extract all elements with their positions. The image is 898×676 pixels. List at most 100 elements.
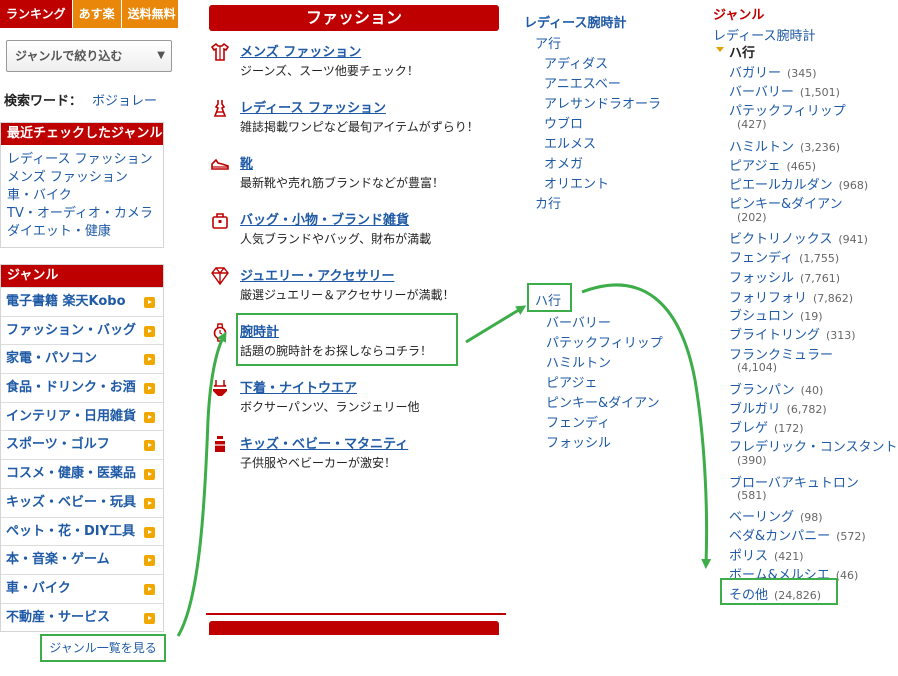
category-title[interactable]: メンズ ファッション [240, 41, 361, 60]
brand-item[interactable]: ピアジェ [546, 372, 597, 391]
right-brand[interactable]: ピンキー&ダイアン [729, 193, 843, 212]
category-underwear[interactable]: 下着・ナイトウエア ボクサーパンツ、ランジェリー他 [210, 376, 510, 426]
recent-genre-item[interactable]: 車・バイク [7, 187, 157, 205]
recent-genre-item[interactable]: ダイエット・健康 [7, 223, 157, 241]
brand-name: ピアジェ [729, 159, 781, 174]
brand-item[interactable]: フェンディ [546, 412, 610, 431]
brand-count: (98) [800, 511, 823, 524]
brand-item[interactable]: ピンキー&ダイアン [546, 392, 660, 411]
category-title[interactable]: ジュエリー・アクセサリー [240, 265, 394, 284]
brand-item[interactable]: エルメス [544, 133, 596, 152]
category-title[interactable]: 下着・ナイトウエア [240, 377, 357, 396]
genre-item-label: 家電・パソコン [6, 351, 98, 367]
genre-item[interactable]: 電子書籍 楽天Kobo [1, 287, 163, 316]
genre-item[interactable]: キッズ・ベビー・玩具 [1, 487, 163, 517]
search-keyword-value[interactable]: ボジョレー [92, 94, 157, 109]
kids-icon [215, 436, 225, 452]
category-bags[interactable]: バッグ・小物・ブランド雑貨 人気ブランドやバッグ、財布が満載 [210, 208, 510, 258]
brand-item[interactable]: フォッシル [546, 432, 611, 451]
brand-count: (202) [737, 211, 767, 224]
category-shoes[interactable]: 靴 最新靴や売れ筋ブランドなどが豊富！ [210, 152, 510, 202]
genre-item-label: コスメ・健康・医薬品 [6, 466, 137, 482]
genre-item[interactable]: コスメ・健康・医薬品 [1, 459, 163, 488]
brand-name: ブルガリ [729, 402, 781, 417]
category-mens-fashion[interactable]: メンズ ファッション ジーンズ、スーツ他要チェック！ [210, 40, 510, 90]
category-ladies-fashion[interactable]: レディース ファッション 雑誌掲載ワンピなど最旬アイテムがずらり！ [210, 96, 510, 146]
genre-item[interactable]: 不動産・サービス [1, 602, 163, 632]
row-a[interactable]: ア行 [535, 33, 561, 52]
right-brand[interactable]: ビクトリノックス (941) [729, 228, 868, 247]
brand-item[interactable]: ハミルトン [546, 352, 611, 371]
right-brand[interactable]: フェンディ (1,755) [729, 247, 839, 266]
right-brand[interactable]: ブルガリ (6,782) [729, 398, 827, 417]
brand-item[interactable]: オリエント [544, 173, 609, 192]
right-brand[interactable]: ブシュロン (19) [729, 305, 823, 324]
right-brand[interactable]: ポリス (421) [729, 545, 804, 564]
recent-genre-item[interactable]: メンズ ファッション [7, 169, 157, 187]
right-brand[interactable]: バガリー (345) [729, 62, 817, 81]
genre-item[interactable]: 本・音楽・ゲーム [1, 545, 163, 574]
genre-item[interactable]: 食品・ドリンク・お酒 [1, 373, 163, 402]
genre-filter-select[interactable]: ジャンルで絞り込む ▼ [6, 40, 172, 72]
row-ka[interactable]: カ行 [535, 193, 561, 212]
right-genre-label: ジャンル [713, 8, 765, 23]
right-brand[interactable]: パテックフィリップ [729, 100, 846, 119]
category-title[interactable]: キッズ・ベビー・マタニティ [240, 433, 408, 452]
genre-item[interactable]: ペット・花・DIY工具 [1, 516, 163, 546]
right-brand[interactable]: ベーリング (98) [729, 506, 823, 525]
tab-ranking[interactable]: ランキング [0, 0, 73, 28]
right-brand[interactable]: ブレゲ (172) [729, 417, 804, 436]
brand-item[interactable]: バーバリー [546, 312, 611, 331]
genre-item[interactable]: 車・バイク [1, 573, 163, 603]
dress-icon [213, 100, 227, 117]
genre-item[interactable]: スポーツ・ゴルフ [1, 430, 163, 459]
genre-item[interactable]: ファッション・バッグ [1, 315, 163, 345]
brand-item[interactable]: アニエスベー [544, 73, 621, 92]
right-brand[interactable]: フレデリック・コンスタント [729, 436, 897, 455]
see-all-genres-link[interactable]: ジャンル一覧を見る [40, 634, 166, 662]
right-brand[interactable]: バーバリー (1,501) [729, 81, 840, 100]
ladies-watch-header[interactable]: レディース腕時計 [524, 12, 626, 31]
brand-count: (7,862) [813, 292, 854, 305]
genre-item[interactable]: 家電・パソコン [1, 344, 163, 373]
category-kids[interactable]: キッズ・ベビー・マタニティ 子供服やベビーカーが激安！ [210, 432, 510, 482]
brand-item[interactable]: パテックフィリップ [546, 332, 663, 351]
brand-item[interactable]: アレサンドラオーラ [544, 93, 661, 112]
brand-count: (6,782) [786, 403, 827, 416]
right-brand[interactable]: ハミルトン (3,236) [729, 136, 840, 155]
right-brand[interactable]: ピエールカルダン (968) [729, 174, 868, 193]
brand-item[interactable]: オメガ [544, 153, 583, 172]
underwear-icon [213, 380, 227, 396]
genre-item-label: 車・バイク [6, 580, 71, 596]
right-brand[interactable]: フォリフォリ (7,862) [729, 287, 853, 306]
recent-genre-item[interactable]: レディース ファッション [7, 151, 157, 169]
shoe-icon [211, 158, 229, 170]
category-title[interactable]: レディース ファッション [240, 97, 386, 116]
genre-item[interactable]: インテリア・日用雑貨 [1, 401, 163, 431]
brand-count: (7,761) [800, 272, 841, 285]
right-brand[interactable]: フォッシル (7,761) [729, 267, 840, 286]
brand-name: ビクトリノックス [729, 232, 833, 247]
genre-item-label: 本・音楽・ゲーム [6, 552, 110, 568]
search-keyword: 検索ワード： ボジョレー [4, 90, 180, 109]
brand-name: ブランパン [729, 383, 795, 398]
recent-genre-item[interactable]: TV・オーディオ・カメラ [7, 205, 157, 223]
brand-name: バガリー [729, 66, 782, 81]
next-section-header [209, 621, 499, 635]
brand-name: ピエールカルダン [729, 178, 833, 193]
category-title[interactable]: バッグ・小物・ブランド雑貨 [240, 209, 409, 228]
category-desc: 最新靴や売れ筋ブランドなどが豊富！ [240, 176, 445, 190]
brand-item[interactable]: アディダス [544, 53, 608, 72]
brand-item[interactable]: ウブロ [544, 113, 583, 132]
right-brand[interactable]: ブランパン (40) [729, 379, 823, 398]
tab-free-shipping[interactable]: 送料無料 [121, 0, 178, 28]
tab-asuraku[interactable]: あす楽 [72, 0, 122, 28]
arrow-right-icon [144, 612, 155, 624]
category-title[interactable]: 靴 [240, 153, 253, 172]
brand-name: ブライトリング [729, 328, 821, 343]
genre-item-label: インテリア・日用雑貨 [6, 408, 137, 424]
right-brand[interactable]: ブライトリング (313) [729, 324, 856, 343]
right-brand[interactable]: ピアジェ (465) [729, 155, 816, 174]
right-brand[interactable]: ベダ&カンパニー (572) [729, 525, 866, 544]
category-jewelry[interactable]: ジュエリー・アクセサリー 厳選ジュエリー＆アクセサリーが満載！ [210, 264, 510, 314]
